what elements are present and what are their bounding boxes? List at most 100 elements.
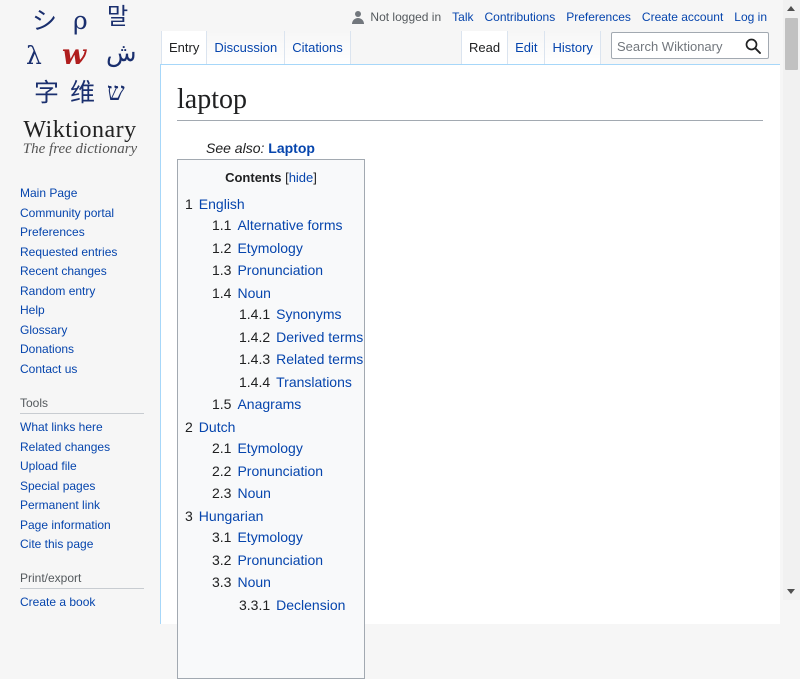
toc-item[interactable]: 1.4.3 Related terms — [239, 349, 363, 369]
logo-glyph: ש — [107, 77, 125, 106]
preferences-link[interactable]: Preferences — [566, 10, 631, 24]
toc-item[interactable]: 1 English — [185, 194, 245, 214]
toc-item[interactable]: 3.3 Noun — [212, 572, 271, 592]
search-icon[interactable] — [745, 38, 761, 54]
sidebar-item-requested-entries[interactable]: Requested entries — [20, 243, 144, 263]
toc-item[interactable]: 3.1 Etymology — [212, 527, 303, 547]
toc-link[interactable]: 2.2 Pronunciation — [212, 463, 323, 479]
sidebar-link[interactable]: What links here — [20, 420, 103, 434]
sidebar-item-what-links-here[interactable]: What links here — [20, 418, 144, 438]
scroll-down-arrow-icon[interactable] — [787, 589, 795, 594]
toc-text: Etymology — [237, 440, 303, 456]
tab-edit[interactable]: Edit — [507, 31, 545, 64]
toc-item[interactable]: 3.2 Pronunciation — [212, 550, 323, 570]
sidebar-link[interactable]: Related changes — [20, 440, 110, 454]
sidebar-link[interactable]: Help — [20, 303, 45, 317]
toc-item[interactable]: 1.4.2 Derived terms — [239, 327, 363, 347]
sidebar-item-community-portal[interactable]: Community portal — [20, 204, 144, 224]
toc-item[interactable]: 1.5 Anagrams — [212, 394, 301, 414]
sidebar-item-help[interactable]: Help — [20, 301, 144, 321]
toc-item[interactable]: 1.4.1 Synonyms — [239, 304, 342, 324]
sidebar-item-donations[interactable]: Donations — [20, 340, 144, 360]
toc-link[interactable]: 3.1 Etymology — [212, 529, 303, 545]
toc-link[interactable]: 3 Hungarian — [185, 508, 263, 524]
sidebar-item-contact-us[interactable]: Contact us — [20, 360, 144, 380]
sidebar-link[interactable]: Permanent link — [20, 498, 100, 512]
sidebar-item-upload-file[interactable]: Upload file — [20, 457, 144, 477]
tab-history[interactable]: History — [544, 31, 601, 64]
toc-text: Hungarian — [198, 508, 264, 524]
toc-link[interactable]: 1 English — [185, 196, 245, 212]
sidebar-item-glossary[interactable]: Glossary — [20, 321, 144, 341]
search-input[interactable] — [617, 36, 742, 56]
scroll-up-arrow-icon[interactable] — [787, 6, 795, 11]
toc-hide-link[interactable]: hide — [289, 170, 314, 185]
sidebar-link[interactable]: Community portal — [20, 206, 114, 220]
toc-item[interactable]: 1.4.4 Translations — [239, 372, 352, 392]
sidebar-item-main-page[interactable]: Main Page — [20, 184, 144, 204]
page-scrollbar[interactable] — [783, 0, 800, 600]
toc-item[interactable]: 1.2 Etymology — [212, 238, 303, 258]
sidebar-item-cite-this-page[interactable]: Cite this page — [20, 535, 144, 555]
toc-link[interactable]: 2 Dutch — [185, 419, 235, 435]
sidebar-link[interactable]: Cite this page — [20, 537, 93, 551]
tab-discussion[interactable]: Discussion — [206, 31, 285, 64]
toc-link[interactable]: 3.2 Pronunciation — [212, 552, 323, 568]
talk-link[interactable]: Talk — [452, 10, 473, 24]
sidebar-item-permanent-link[interactable]: Permanent link — [20, 496, 144, 516]
sidebar-item-page-information[interactable]: Page information — [20, 516, 144, 536]
toc-link[interactable]: 1.4.2 Derived terms — [239, 329, 363, 345]
toc-item[interactable]: 2.2 Pronunciation — [212, 461, 323, 481]
toc-link[interactable]: 1.4.1 Synonyms — [239, 306, 342, 322]
toc-link[interactable]: 2.3 Noun — [212, 485, 271, 501]
toc-item[interactable]: 1.3 Pronunciation — [212, 260, 323, 280]
sidebar-item-create-a-book[interactable]: Create a book — [20, 593, 144, 613]
sidebar-link[interactable]: Special pages — [20, 479, 95, 493]
not-logged-in-label: Not logged in — [370, 10, 442, 24]
see-also-link[interactable]: Laptop — [268, 140, 315, 156]
toc-link[interactable]: 2.1 Etymology — [212, 440, 303, 456]
contributions-link[interactable]: Contributions — [484, 10, 555, 24]
toc-link[interactable]: 1.5 Anagrams — [212, 396, 301, 412]
toc-link[interactable]: 1.3 Pronunciation — [212, 262, 323, 278]
toc-item[interactable]: 2 Dutch — [185, 417, 235, 437]
toc-link[interactable]: 3.3 Noun — [212, 574, 271, 590]
sidebar-link[interactable]: Recent changes — [20, 264, 107, 278]
sidebar-item-random-entry[interactable]: Random entry — [20, 282, 144, 302]
create-account-link[interactable]: Create account — [642, 10, 723, 24]
wiktionary-logo[interactable]: シ ρ 말 λ w ش 字 维 ש Wiktionary The free di… — [0, 0, 160, 165]
sidebar-link[interactable]: Random entry — [20, 284, 95, 298]
toc-link[interactable]: 1.4.3 Related terms — [239, 351, 363, 367]
toc-link[interactable]: 1.1 Alternative forms — [212, 217, 343, 233]
sidebar-link[interactable]: Upload file — [20, 459, 77, 473]
sidebar-link[interactable]: Page information — [20, 518, 111, 532]
sidebar-item-recent-changes[interactable]: Recent changes — [20, 262, 144, 282]
scroll-thumb[interactable] — [785, 18, 798, 70]
sidebar-link[interactable]: Preferences — [20, 225, 85, 239]
sidebar-link[interactable]: Donations — [20, 342, 74, 356]
tab-entry[interactable]: Entry — [161, 31, 207, 64]
toc-item[interactable]: 3 Hungarian — [185, 506, 263, 526]
toc-item[interactable]: 3.3.1 Declension — [239, 595, 345, 615]
namespace-tabs: Entry Discussion Citations — [161, 31, 351, 65]
sidebar-item-special-pages[interactable]: Special pages — [20, 477, 144, 497]
toc-link[interactable]: 1.2 Etymology — [212, 240, 303, 256]
sidebar-link[interactable]: Create a book — [20, 595, 95, 609]
tab-read[interactable]: Read — [461, 31, 508, 64]
tab-citations[interactable]: Citations — [284, 31, 351, 64]
personal-tools: Not logged in Talk Contributions Prefere… — [352, 10, 767, 24]
sidebar-link[interactable]: Contact us — [20, 362, 77, 376]
sidebar-link[interactable]: Main Page — [20, 186, 77, 200]
sidebar-link[interactable]: Requested entries — [20, 245, 117, 259]
sidebar-link[interactable]: Glossary — [20, 323, 67, 337]
toc-link[interactable]: 3.3.1 Declension — [239, 597, 345, 613]
sidebar-item-preferences[interactable]: Preferences — [20, 223, 144, 243]
log-in-link[interactable]: Log in — [734, 10, 767, 24]
toc-item[interactable]: 1.4 Noun — [212, 283, 271, 303]
sidebar-item-related-changes[interactable]: Related changes — [20, 438, 144, 458]
toc-item[interactable]: 1.1 Alternative forms — [212, 215, 343, 235]
toc-link[interactable]: 1.4 Noun — [212, 285, 271, 301]
toc-item[interactable]: 2.1 Etymology — [212, 438, 303, 458]
toc-link[interactable]: 1.4.4 Translations — [239, 374, 352, 390]
toc-item[interactable]: 2.3 Noun — [212, 483, 271, 503]
